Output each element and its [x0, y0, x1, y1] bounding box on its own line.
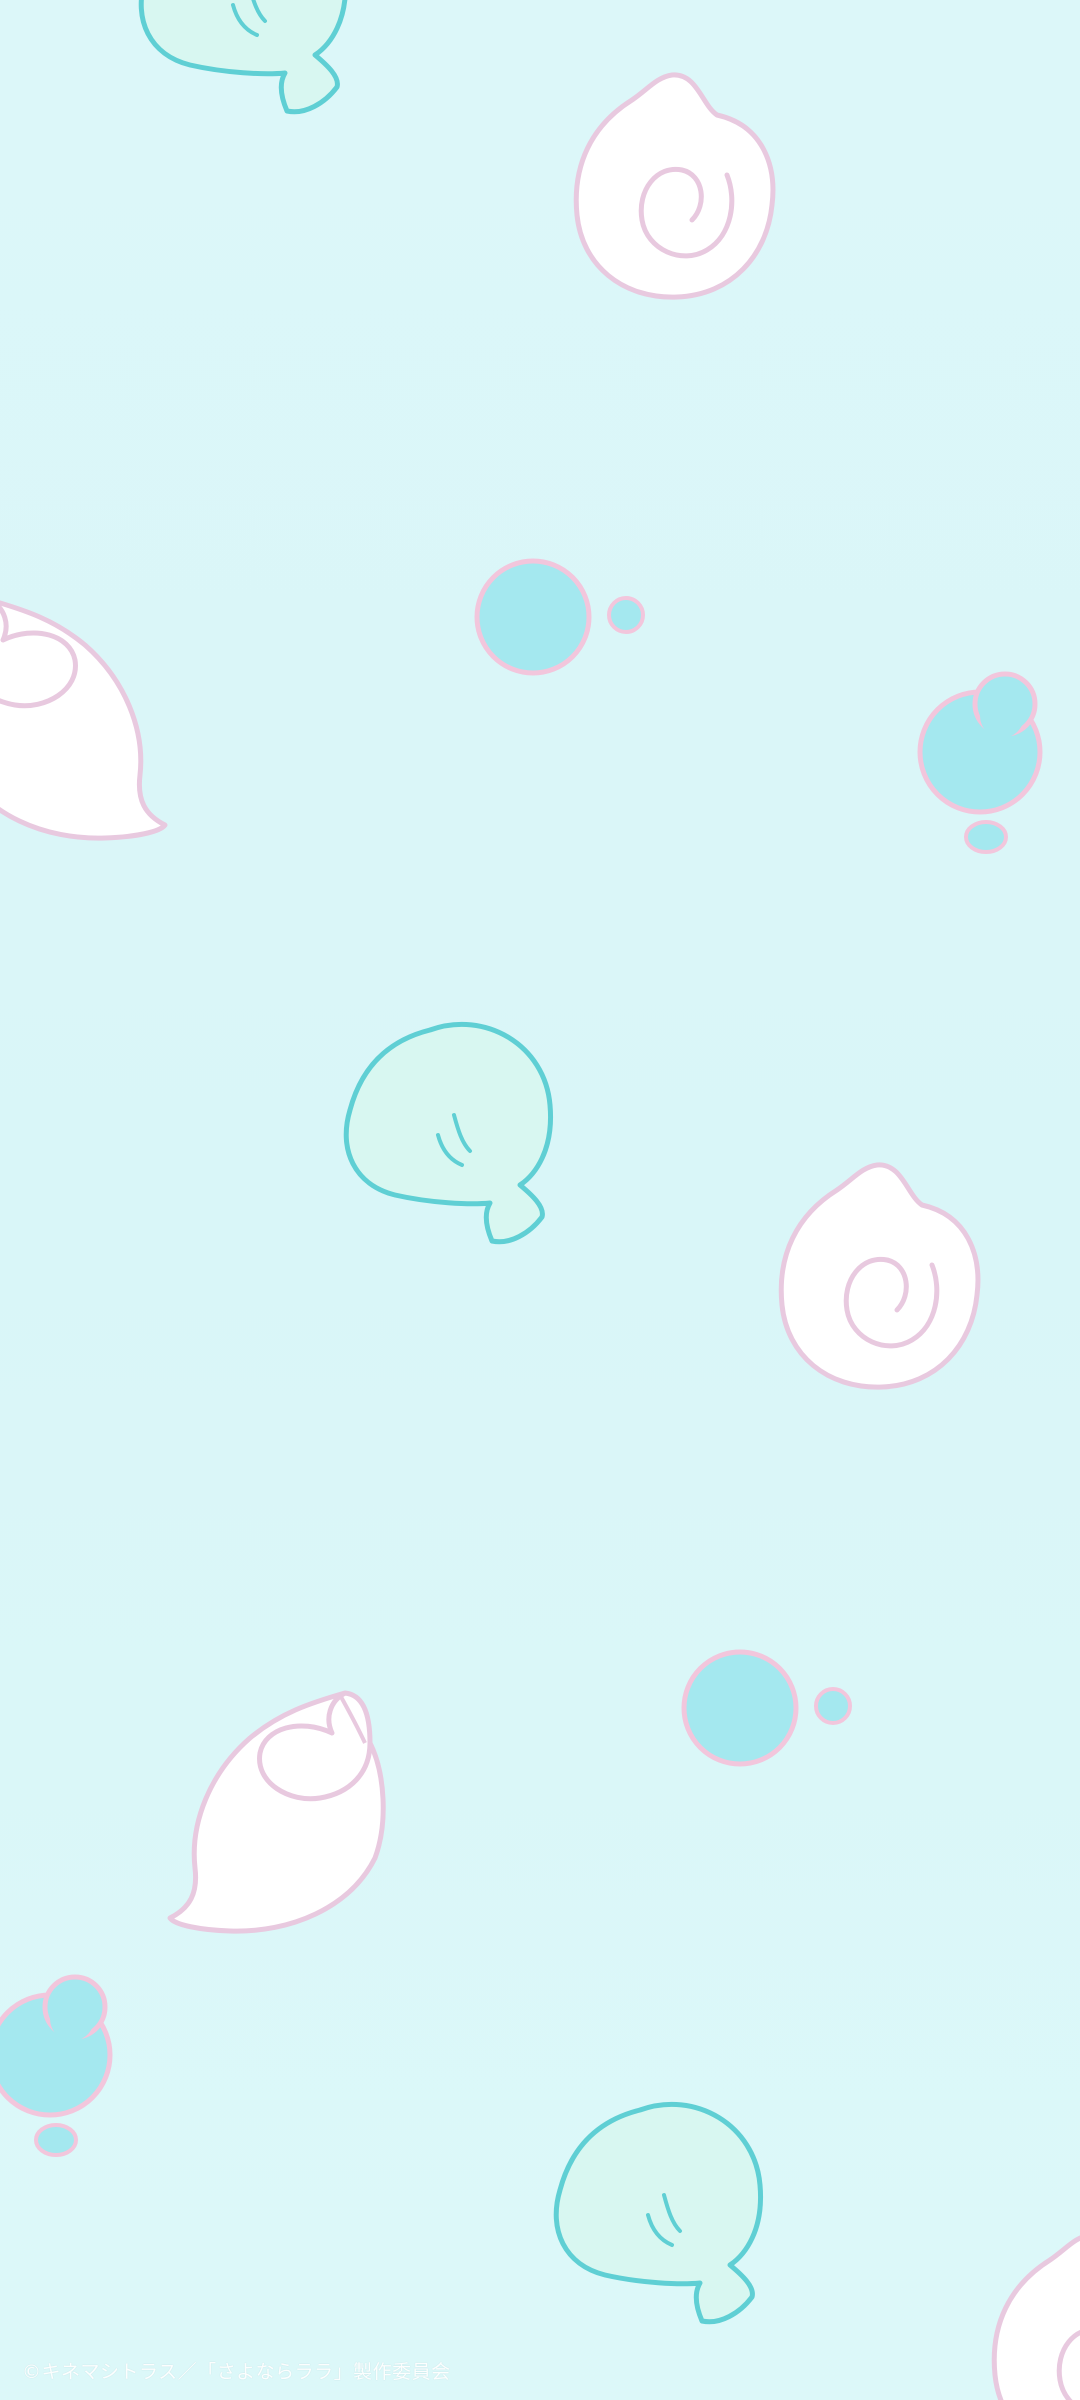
bubble-icon — [477, 561, 643, 673]
conch-shell-icon — [170, 1693, 383, 1931]
bubble-cluster-icon — [0, 1977, 110, 2155]
scallop-shell-icon — [141, 0, 345, 112]
spiral-shell-icon — [576, 75, 773, 297]
conch-shell-icon — [0, 600, 165, 838]
copyright-notice: ©キネマシトラス／「さよならララ」製作委員会 — [22, 2361, 451, 2383]
scallop-shell-icon — [556, 2104, 760, 2321]
spiral-shell-icon — [781, 1165, 978, 1387]
bubble-icon — [684, 1652, 850, 1764]
wallpaper-art — [0, 0, 1080, 2400]
spiral-shell-icon — [994, 2235, 1080, 2400]
scallop-shell-icon — [346, 1024, 550, 1241]
wallpaper: ©キネマシトラス／「さよならララ」製作委員会 — [0, 0, 1080, 2400]
bubble-cluster-icon — [920, 674, 1040, 852]
